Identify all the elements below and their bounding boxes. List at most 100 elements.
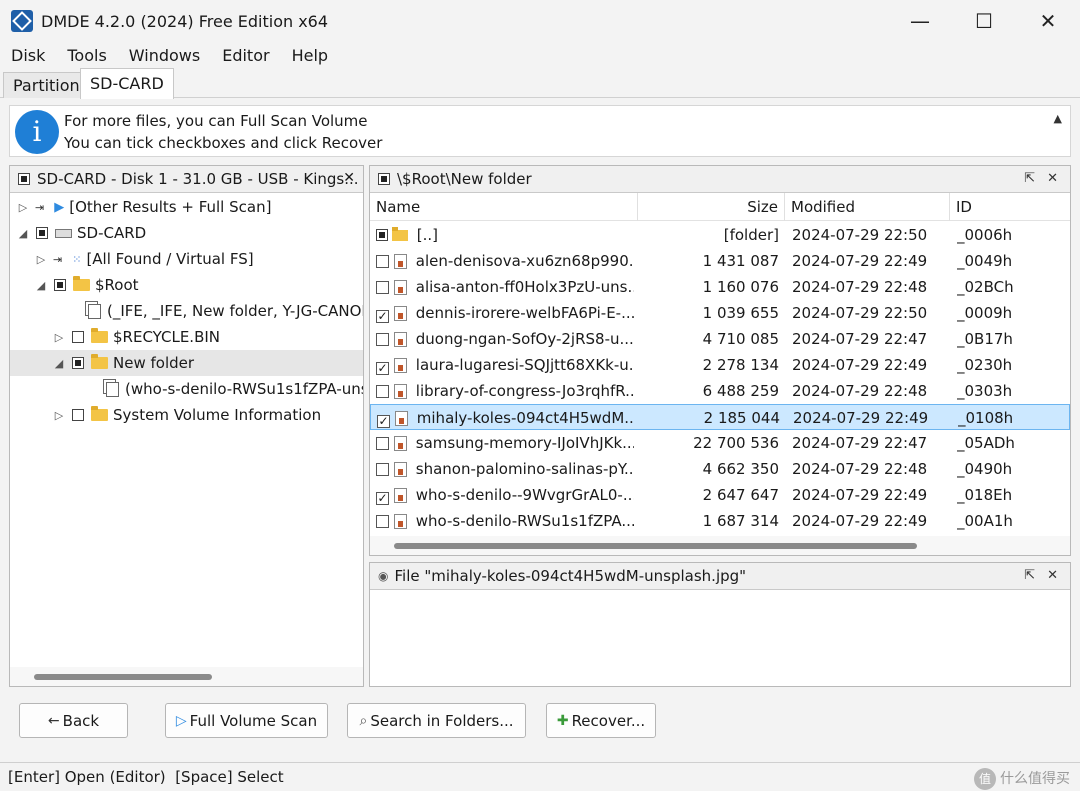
- minimize-button[interactable]: —: [888, 0, 952, 42]
- file-size: 1 687 314: [702, 512, 779, 530]
- tree-item-sd-card[interactable]: ◢ SD-CARD: [10, 220, 363, 246]
- watermark: 值 什么值得买: [974, 765, 1070, 791]
- tree-item-system-volume-information[interactable]: ▷ System Volume Information: [10, 402, 363, 428]
- tree-checkbox[interactable]: [36, 227, 48, 239]
- full-volume-scan-button[interactable]: ▷ Full Volume Scan: [165, 703, 328, 738]
- file-row[interactable]: ✓ laura-lugaresi-SQJjtt68XKk-u... 2 278 1…: [370, 352, 1070, 378]
- collapse-icon[interactable]: ◢: [34, 279, 48, 292]
- tree-item-label: (_IFE, _IFE, New folder, Y-JG-CANON: [107, 302, 364, 320]
- tree-horizontal-scrollbar[interactable]: [10, 667, 363, 686]
- tree-item-label: [Other Results + Full Scan]: [69, 198, 272, 216]
- file-row[interactable]: duong-ngan-SofOy-2jRS8-u... 4 710 085 2024…: [370, 326, 1070, 352]
- file-size: 4 662 350: [702, 460, 779, 478]
- row-checkbox[interactable]: [376, 515, 389, 528]
- info-line-1: For more files, you can Full Scan Volume: [64, 112, 368, 130]
- file-name: dennis-irorere-welbFA6Pi-E-...: [415, 304, 634, 322]
- tree-checkbox[interactable]: [72, 331, 84, 343]
- preview-header: ◉ File "mihaly-koles-094ct4H5wdM-unsplas…: [370, 563, 1070, 590]
- search-folder-icon: ⌕: [359, 712, 368, 729]
- file-row[interactable]: ✓ mihaly-koles-094ct4H5wdM... 2 185 044 20…: [370, 404, 1070, 430]
- file-name: laura-lugaresi-SQJjtt68XKk-u...: [415, 356, 634, 374]
- maximize-button[interactable]: ☐: [952, 0, 1016, 42]
- file-id: _0490h: [957, 460, 1013, 478]
- file-id: _0303h: [957, 382, 1013, 400]
- row-checkbox[interactable]: [376, 255, 389, 268]
- row-checkbox[interactable]: [376, 333, 389, 346]
- file-icon: [394, 332, 407, 347]
- row-checkbox[interactable]: [376, 281, 389, 294]
- tree-checkbox[interactable]: [72, 409, 84, 421]
- tree-scroll-thumb[interactable]: [34, 674, 212, 680]
- file-row[interactable]: samsung-memory-IJoIVhJKk... 22 700 536 202…: [370, 430, 1070, 456]
- expand-icon[interactable]: ▷: [16, 201, 30, 214]
- file-row[interactable]: alisa-anton-ff0Holx3PzU-uns... 1 160 076 2…: [370, 274, 1070, 300]
- tree-item-other-results[interactable]: ▷ ⇥ ▶ [Other Results + Full Scan]: [10, 194, 363, 220]
- menu-windows[interactable]: Windows: [118, 46, 211, 65]
- row-checkbox[interactable]: [376, 385, 389, 398]
- recover-button[interactable]: ✚ Recover...: [546, 703, 656, 738]
- list-scroll-thumb[interactable]: [394, 543, 917, 549]
- tree-item-new-folder-files[interactable]: (who-s-denilo-RWSu1s1fZPA-uns: [10, 376, 363, 402]
- tree-item-all-found[interactable]: ▷ ⇥ ⁙ [All Found / Virtual FS]: [10, 246, 363, 272]
- expand-plus-icon: ⇥: [35, 200, 45, 214]
- row-checkbox[interactable]: ✓: [376, 492, 389, 505]
- column-id[interactable]: ID: [950, 193, 1070, 221]
- row-checkbox[interactable]: ✓: [376, 362, 389, 375]
- file-row[interactable]: shanon-palomino-salinas-pY... 4 662 350 20…: [370, 456, 1070, 482]
- tree-item-root-files[interactable]: (_IFE, _IFE, New folder, Y-JG-CANON: [10, 298, 363, 324]
- file-row[interactable]: alen-denisova-xu6zn68p990... 1 431 087 202…: [370, 248, 1070, 274]
- watermark-logo-icon: 值: [974, 768, 996, 790]
- collapse-up-icon[interactable]: ▲: [1054, 112, 1062, 125]
- list-horizontal-scrollbar[interactable]: [370, 536, 1070, 555]
- collapse-icon[interactable]: ◢: [52, 357, 66, 370]
- menu-disk[interactable]: Disk: [0, 46, 56, 65]
- tree-checkbox[interactable]: [72, 357, 84, 369]
- file-row[interactable]: [..] [folder] 2024-07-29 22:50 _0006h: [370, 222, 1070, 248]
- tree-panel-checkbox[interactable]: [18, 173, 30, 185]
- tab-sd-card[interactable]: SD-CARD: [80, 68, 174, 99]
- file-row[interactable]: ✓ who-s-denilo--9WvgrGrAL0-... 2 647 647 2…: [370, 482, 1070, 508]
- column-modified[interactable]: Modified: [785, 193, 950, 221]
- expand-icon[interactable]: ▷: [34, 253, 48, 266]
- tree-item-root[interactable]: ◢ $Root: [10, 272, 363, 298]
- row-checkbox[interactable]: ✓: [376, 310, 389, 323]
- app-logo-icon: [11, 10, 33, 32]
- tree-item-recycle-bin[interactable]: ▷ $RECYCLE.BIN: [10, 324, 363, 350]
- collapse-icon[interactable]: ◢: [16, 227, 30, 240]
- row-checkbox[interactable]: [376, 437, 389, 450]
- file-size: 1 160 076: [702, 278, 779, 296]
- row-checkbox[interactable]: [376, 229, 388, 241]
- file-modified: 2024-07-29 22:49: [792, 252, 928, 270]
- tree-checkbox[interactable]: [54, 279, 66, 291]
- menu-help[interactable]: Help: [281, 46, 339, 65]
- close-button[interactable]: ✕: [1016, 0, 1080, 42]
- row-checkbox[interactable]: [376, 463, 389, 476]
- file-row[interactable]: who-s-denilo-RWSu1s1fZPA... 1 687 314 2024…: [370, 508, 1070, 534]
- menu-tools[interactable]: Tools: [56, 46, 117, 65]
- file-list-checkbox[interactable]: [378, 173, 390, 185]
- play-icon: ▶: [54, 199, 65, 215]
- tree-item-new-folder[interactable]: ◢ New folder: [10, 350, 363, 376]
- recover-icon: ✚: [556, 712, 569, 729]
- panel-float-close-icons[interactable]: ⇱ ✕: [1024, 171, 1062, 186]
- expand-icon[interactable]: ▷: [52, 331, 66, 344]
- file-row[interactable]: library-of-congress-Jo3rqhfR... 6 488 259…: [370, 378, 1070, 404]
- menu-editor[interactable]: Editor: [211, 46, 280, 65]
- file-row[interactable]: ✓ dennis-irorere-welbFA6Pi-E-... 1 039 65…: [370, 300, 1070, 326]
- file-modified: 2024-07-29 22:49: [792, 486, 928, 504]
- column-size[interactable]: Size: [638, 193, 785, 221]
- column-name[interactable]: Name: [370, 193, 638, 221]
- file-modified: 2024-07-29 22:48: [792, 278, 928, 296]
- info-icon: i: [15, 110, 59, 154]
- tree-panel-close-icon[interactable]: ✕: [343, 170, 355, 186]
- info-banner: i For more files, you can Full Scan Volu…: [9, 105, 1071, 157]
- preview-float-close-icons[interactable]: ⇱ ✕: [1024, 568, 1062, 583]
- expand-icon[interactable]: ▷: [52, 409, 66, 422]
- back-button[interactable]: ← Back: [19, 703, 128, 738]
- file-id: _0049h: [957, 252, 1013, 270]
- search-in-folders-button[interactable]: ⌕ Search in Folders...: [347, 703, 526, 738]
- recover-label: Recover...: [571, 711, 646, 730]
- file-size: 2 647 647: [702, 486, 779, 504]
- arrow-left-icon: ←: [47, 712, 60, 729]
- row-checkbox[interactable]: ✓: [377, 415, 390, 428]
